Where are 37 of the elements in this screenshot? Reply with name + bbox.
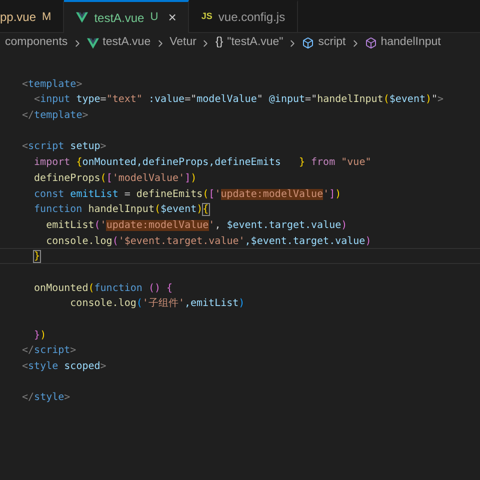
tab-label: pp.vue — [0, 9, 36, 26]
git-status: M — [42, 10, 52, 25]
js-file-icon: JS — [201, 10, 212, 24]
code-line: console.log('$event.target.value',$event.target.value) — [45, 234, 372, 248]
vue-logo-icon — [76, 12, 88, 23]
breadcrumb-item[interactable]: script — [318, 34, 346, 52]
code-line: console.log('子组件',emitList) — [69, 297, 246, 311]
code-line: const emitList = defineEmits(['update:modelValue']) — [33, 188, 342, 202]
tab-label: vue.config.js — [218, 9, 286, 26]
cube-icon — [302, 37, 314, 49]
code-line: </style> — [21, 391, 72, 406]
braces-icon: {} — [215, 34, 224, 52]
code-line: function handelInput($event){ — [33, 203, 210, 217]
breadcrumb-item[interactable]: Vetur — [170, 34, 196, 52]
code-line: import {onMounted,defineProps,defineEmits } from "vue" — [33, 156, 372, 170]
editor-tab[interactable]: testA.vue U × — [64, 0, 190, 33]
code-line: }) — [33, 328, 48, 342]
breadcrumb-item[interactable]: testA.vue — [102, 34, 151, 52]
git-status: U — [150, 10, 158, 26]
breadcrumb-item[interactable]: components — [5, 34, 68, 52]
breadcrumb-item[interactable]: handelInput — [380, 34, 441, 52]
editor-tab[interactable]: JS vue.config.js — [189, 0, 298, 32]
code-line: onMounted(function () { — [33, 282, 174, 296]
close-icon[interactable]: × — [168, 7, 176, 28]
cube-icon — [364, 37, 377, 49]
code-line: </script> — [21, 344, 78, 358]
code-line: emitList('update:modelValue', $event.target.value) — [45, 218, 348, 233]
code-line: <script setup> — [21, 140, 108, 154]
code-line: defineProps(['modelValue']) — [33, 172, 198, 186]
code-line: <template> — [21, 78, 84, 92]
code-line: <style scoped> — [21, 360, 108, 374]
vue-logo-icon — [86, 38, 99, 48]
code-line: <input type="text" :value="modelValue" @input="handelInput($event)"> — [33, 93, 445, 108]
tab-label: testA.vue — [94, 10, 144, 26]
code-line: } — [0, 248, 480, 264]
breadcrumb-item[interactable]: "testA.vue" — [227, 34, 284, 52]
code-line: </template> — [21, 109, 90, 123]
